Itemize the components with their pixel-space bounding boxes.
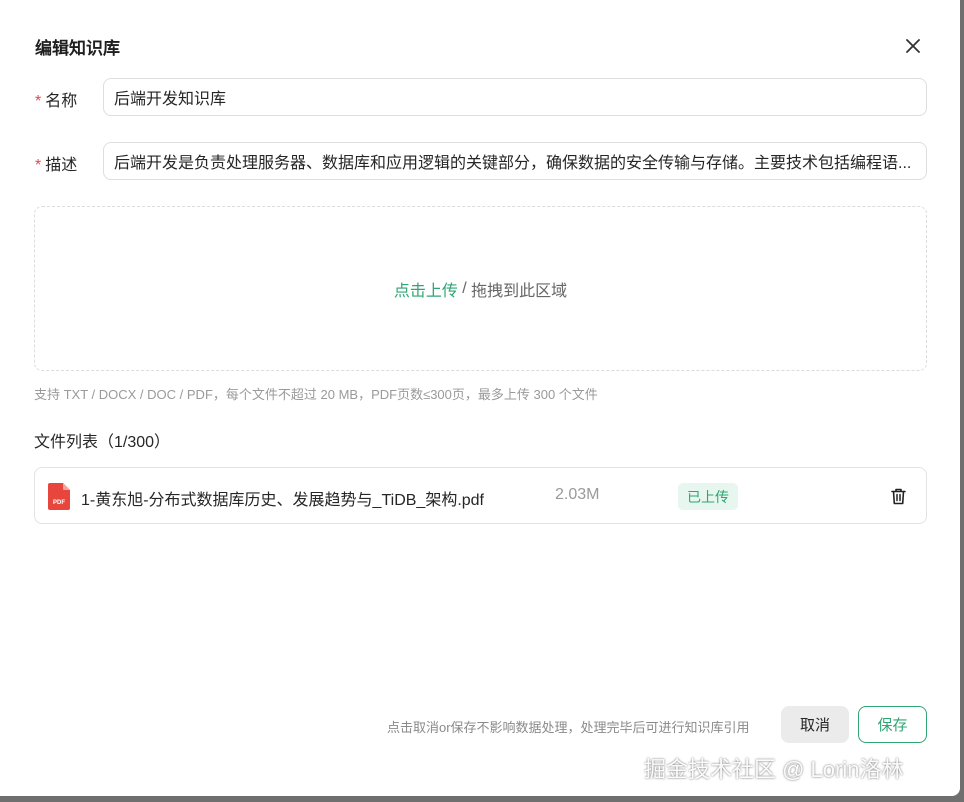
dialog-title: 编辑知识库: [35, 39, 120, 58]
file-list-title: 文件列表（1/300）: [34, 434, 171, 451]
name-input-value: 后端开发知识库: [114, 91, 227, 108]
upload-dropzone[interactable]: 点击上传 / 拖拽到此区域: [34, 206, 927, 371]
svg-text:PDF: PDF: [53, 500, 65, 506]
description-input[interactable]: 后端开发是负责处理服务器、数据库和应用逻辑的关键部分，确保数据的安全传输与存储。…: [103, 142, 927, 180]
save-button[interactable]: 保存: [858, 706, 927, 743]
description-input-value: 后端开发是负责处理服务器、数据库和应用逻辑的关键部分，确保数据的安全传输与存储。…: [114, 155, 912, 172]
close-icon: [906, 39, 920, 53]
upload-separator: /: [457, 279, 472, 297]
drag-upload-text: 拖拽到此区域: [471, 282, 568, 300]
name-input[interactable]: 后端开发知识库: [103, 78, 927, 116]
close-button[interactable]: [900, 33, 926, 59]
watermark: 掘金技术社区 @ Lorin洛林: [644, 757, 904, 782]
delete-file-button[interactable]: [888, 486, 908, 506]
click-upload-link[interactable]: 点击上传: [394, 277, 458, 301]
name-label-text: 名称: [45, 93, 78, 110]
name-label: * 名称: [35, 87, 77, 111]
edit-knowledge-base-dialog: 编辑知识库 * 名称 后端开发知识库 * 描述 后端开发是负责处理服务器、数据库和应…: [0, 0, 960, 796]
cancel-button[interactable]: 取消: [781, 706, 849, 743]
description-label-text: 描述: [45, 157, 78, 174]
file-list-item: PDF 1-黄东旭-分布式数据库历史、发展趋势与_TiDB_架构.pdf 2.0…: [34, 467, 927, 524]
description-label: * 描述: [35, 151, 77, 175]
trash-icon: [890, 488, 906, 504]
file-size: 2.03M: [555, 486, 600, 503]
required-mark: *: [35, 157, 42, 174]
footer-hint: 点击取消or保存不影响数据处理，处理完毕后可进行知识库引用: [387, 720, 750, 735]
file-name: 1-黄东旭-分布式数据库历史、发展趋势与_TiDB_架构.pdf: [81, 492, 485, 509]
pdf-file-icon: PDF: [48, 483, 70, 510]
required-mark: *: [35, 93, 42, 110]
upload-status-badge: 已上传: [678, 483, 738, 510]
upload-hint: 支持 TXT / DOCX / DOC / PDF，每个文件不超过 20 MB，…: [34, 387, 598, 402]
